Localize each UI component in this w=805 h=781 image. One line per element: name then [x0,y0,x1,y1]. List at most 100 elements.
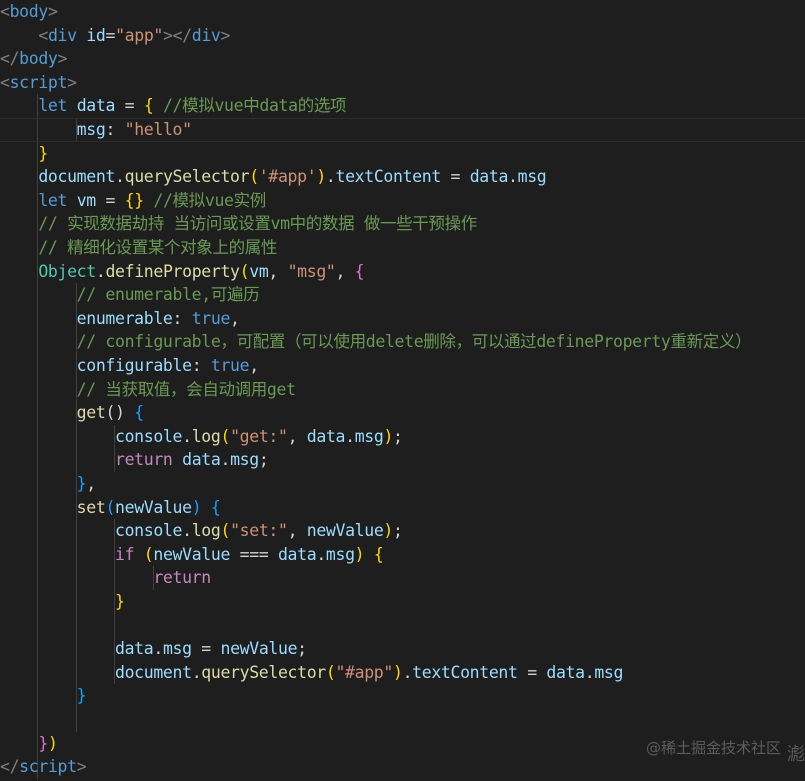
code-token: set [76,497,106,517]
code-line[interactable]: if (newValue === data.msg) { [0,543,384,567]
code-token: ></ [162,25,192,45]
code-token: , [287,521,307,541]
code-token: ; [258,450,269,470]
code-token: . [220,450,231,470]
code-line[interactable]: } [0,590,125,614]
code-line[interactable]: </script> [0,755,87,779]
code-token: = [115,96,144,116]
code-line[interactable]: <body> [0,0,58,24]
code-token: newValue [306,521,384,541]
code-token: < [38,25,48,45]
code-token: newValue [115,497,192,517]
code-token: div [47,25,77,45]
code-token: ( [220,426,231,446]
code-token: div [191,25,221,45]
code-token: configurable [76,356,192,375]
code-token: . [584,662,595,682]
code-token: '#app' [258,167,317,187]
code-token: > [76,757,87,777]
code-token: > [47,2,58,21]
code-line[interactable]: data.msg = newValue; [0,637,307,661]
code-token: true [210,356,250,375]
code-line[interactable]: enumerable: true, [0,307,240,331]
code-token: ( [239,261,250,281]
code-token: } [76,686,87,706]
code-token: {} [124,190,145,210]
code-token: > [220,25,231,45]
code-token: { [354,261,365,281]
code-token: "#app" [335,662,393,682]
code-token: , [268,261,288,281]
code-token: console [115,521,183,541]
code-token: data [546,662,585,682]
code-token: : [105,120,125,139]
code-token: newValue [153,544,231,564]
code-token: data [277,544,317,564]
code-line[interactable]: } [0,142,48,166]
code-line[interactable]: } [0,684,87,708]
code-line[interactable]: // configurable，可配置（可以使用delete删除，可以通过def… [0,330,752,354]
code-token: = [440,167,470,187]
code-line[interactable]: let vm = {} //模拟vue实例 [0,189,266,213]
code-line[interactable]: }) [0,732,58,756]
code-token: data [306,426,346,446]
code-line[interactable]: // 精细化设置某个对象上的属性 [0,236,277,260]
code-line[interactable]: let data = { //模拟vue中data的选项 [0,94,346,118]
code-line[interactable]: console.log("get:", data.msg); [0,425,403,449]
code-line[interactable]: Object.defineProperty(vm, "msg", { [0,260,364,284]
code-token: console [115,426,183,446]
code-token: ) [47,733,58,753]
code-editor[interactable]: <body> <div id="app"></div> </body> <scrip… [0,0,805,781]
code-line[interactable]: // 实现数据劫持 当访问或设置vm中的数据 做一些干预操作 [0,212,477,236]
code-line[interactable]: // enumerable,可遍历 [0,283,260,307]
code-token: = [191,639,221,659]
code-token: , [287,426,307,446]
code-line[interactable]: document.querySelector('#app').textConte… [0,165,546,189]
code-token: . [182,521,192,541]
code-token: id [86,25,106,45]
code-token: } [38,733,48,753]
code-line[interactable]: <script> [0,71,77,95]
code-line[interactable]: document.querySelector("#app").textConte… [0,661,623,685]
code-line[interactable]: set(newValue) { [0,496,221,520]
code-line[interactable]: get() { [0,401,144,425]
code-line[interactable]: return data.msg; [0,448,269,472]
code-token: msg [76,120,106,139]
code-token: , [335,261,355,281]
code-token: , [86,474,96,493]
code-token: // 精细化设置某个对象上的属性 [38,238,278,257]
code-token: textContent [412,662,518,682]
code-token: vm [249,261,269,281]
code-token: ( [105,497,116,517]
code-token: < [0,2,10,21]
watermark-corner-glyph: 滮 [787,744,805,765]
code-line[interactable]: }, [0,472,97,496]
code-line[interactable]: <div id="app"></div> [0,24,230,48]
code-token: ) [191,497,211,517]
code-line[interactable]: // 当获取值，会自动调用get [0,378,296,402]
code-line[interactable]: return [0,566,211,590]
code-token: data [76,96,116,116]
code-line[interactable]: </body> [0,47,67,71]
code-line[interactable]: configurable: true, [0,354,259,378]
code-token: msg [162,639,192,659]
code-line[interactable]: console.log("set:", newValue); [0,519,403,543]
code-token: enumerable [76,308,173,328]
code-line[interactable]: msg: "hello" [0,118,805,142]
code-token: () [105,403,135,423]
code-token: ) [392,662,403,682]
